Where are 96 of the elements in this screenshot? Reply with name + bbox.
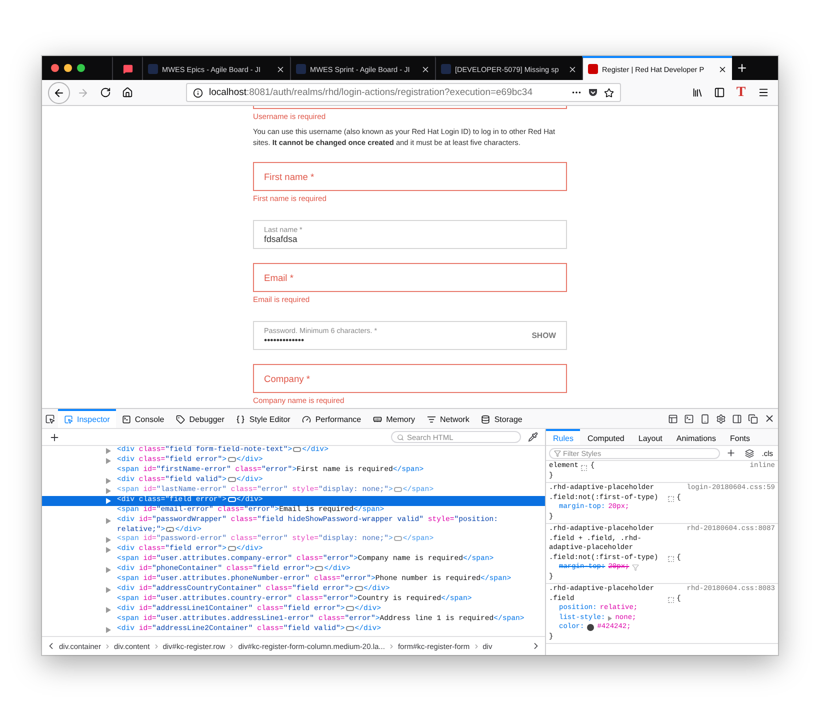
sidebar-tab[interactable]: Layout xyxy=(631,429,670,445)
field-label: Company * xyxy=(264,374,310,384)
filter-icon xyxy=(554,450,561,456)
expand-triangle-icon[interactable] xyxy=(106,627,111,633)
shield-icon[interactable] xyxy=(588,88,598,98)
devtools-tab[interactable]: Storage xyxy=(475,409,528,428)
extension-button[interactable]: T xyxy=(732,84,750,100)
separator-chevron-icon xyxy=(388,642,395,650)
collapsed-content-icon[interactable] xyxy=(354,586,362,591)
collapsed-content-icon[interactable] xyxy=(293,447,302,452)
expand-triangle-icon[interactable] xyxy=(106,607,111,613)
home-icon xyxy=(122,87,132,98)
separator-chevron-icon xyxy=(472,642,480,650)
layers-icon xyxy=(744,448,754,458)
inspector-icon xyxy=(64,415,73,424)
collapsed-content-icon[interactable] xyxy=(315,566,324,571)
left-arrow-icon xyxy=(53,86,65,98)
devtools-tab[interactable]: Console xyxy=(116,409,170,428)
expand-triangle-icon[interactable] xyxy=(608,616,612,621)
close-window-icon[interactable] xyxy=(51,64,59,72)
search-icon xyxy=(397,434,404,440)
expand-triangle-icon[interactable] xyxy=(106,488,111,494)
url-text: localhost:8081/auth/realms/rhd/login-actions/registration?execution=e69bc34 xyxy=(209,87,534,98)
info-icon[interactable] xyxy=(193,88,203,98)
expand-triangle-icon[interactable] xyxy=(106,518,111,524)
collapsed-content-icon[interactable] xyxy=(228,457,236,462)
expand-triangle-icon[interactable] xyxy=(106,478,111,484)
network-lines-icon xyxy=(427,415,436,424)
expand-triangle-icon[interactable] xyxy=(106,498,111,504)
address-field[interactable]: localhost:8081/auth/realms/rhd/login-actions/registration?execution=e69bc34 xyxy=(186,83,621,102)
tag-icon xyxy=(176,415,186,424)
close-icon xyxy=(764,413,775,424)
favicon-icon xyxy=(148,64,158,74)
plus-icon xyxy=(736,62,748,74)
library-icon xyxy=(692,87,702,98)
sidebar-icon xyxy=(714,87,724,98)
expand-triangle-icon[interactable] xyxy=(106,587,111,593)
sidebar-tab[interactable]: Rules xyxy=(546,429,580,445)
collapsed-content-icon[interactable] xyxy=(228,477,236,482)
separator-chevron-icon xyxy=(152,642,160,650)
favicon-icon xyxy=(441,64,451,74)
devtools-tab[interactable]: Inspector xyxy=(58,409,116,428)
database-icon xyxy=(481,415,490,424)
sidebar-tab[interactable]: Animations xyxy=(669,429,723,445)
input-field[interactable]: Email * xyxy=(253,263,567,292)
field-label: Email * xyxy=(264,272,294,282)
console-icon xyxy=(122,415,131,424)
separator-chevron-icon xyxy=(228,642,236,650)
chat-bubble-icon xyxy=(122,64,132,74)
gauge-icon xyxy=(302,415,312,424)
input-field[interactable]: First name * xyxy=(253,162,567,191)
menu-icon xyxy=(758,87,768,98)
devtools-tab[interactable]: Debugger xyxy=(170,409,230,428)
devtools-tab[interactable]: Network xyxy=(421,409,476,428)
collapsed-content-icon[interactable] xyxy=(346,626,354,631)
phone-icon xyxy=(700,414,710,424)
braces-icon xyxy=(236,415,246,424)
settings-icon xyxy=(716,414,726,424)
separator-chevron-icon xyxy=(104,642,111,650)
input-field[interactable] xyxy=(253,106,567,109)
expand-triangle-icon[interactable] xyxy=(106,458,111,464)
right-arrow-icon xyxy=(77,86,89,98)
minimize-window-icon[interactable] xyxy=(64,64,72,72)
color-swatch[interactable] xyxy=(587,624,594,632)
expand-triangle-icon[interactable] xyxy=(106,537,111,543)
devtools-tab[interactable]: Performance xyxy=(296,409,368,428)
favicon-icon xyxy=(296,64,306,74)
devtools-tab[interactable]: Style Editor xyxy=(230,409,296,428)
zoom-window-icon[interactable] xyxy=(77,64,85,72)
collapsed-content-icon[interactable] xyxy=(346,606,354,611)
side-panel-icon xyxy=(732,414,742,424)
panels-icon xyxy=(668,414,678,424)
eyedropper-icon xyxy=(528,432,538,442)
windows-icon xyxy=(748,414,758,424)
sidebar-tab[interactable]: Fonts xyxy=(722,429,757,445)
sidebar-tab[interactable]: Computed xyxy=(580,429,632,445)
expand-triangle-icon[interactable] xyxy=(106,567,111,573)
reload-icon xyxy=(100,87,110,98)
expand-triangle-icon[interactable] xyxy=(106,448,111,454)
expand-triangle-icon[interactable] xyxy=(106,547,111,553)
terminal-icon xyxy=(684,414,694,424)
favicon-icon xyxy=(588,64,598,74)
plus-icon xyxy=(726,448,736,458)
memory-chip-icon xyxy=(373,415,382,424)
field-value: fdsafdsa xyxy=(264,234,298,244)
plus-icon xyxy=(49,432,60,442)
element-picker-icon xyxy=(45,414,55,424)
close-icon[interactable] xyxy=(718,64,727,74)
input-field[interactable]: Company * xyxy=(253,364,567,393)
masked-password: ••••••••••••• xyxy=(264,335,306,345)
collapsed-content-icon[interactable] xyxy=(228,546,236,551)
back-button[interactable] xyxy=(48,82,70,104)
devtools-tab[interactable]: Memory xyxy=(367,409,421,428)
field-label: First name * xyxy=(264,172,314,182)
star-icon[interactable] xyxy=(604,88,614,98)
collapsed-content-icon[interactable] xyxy=(166,526,174,532)
